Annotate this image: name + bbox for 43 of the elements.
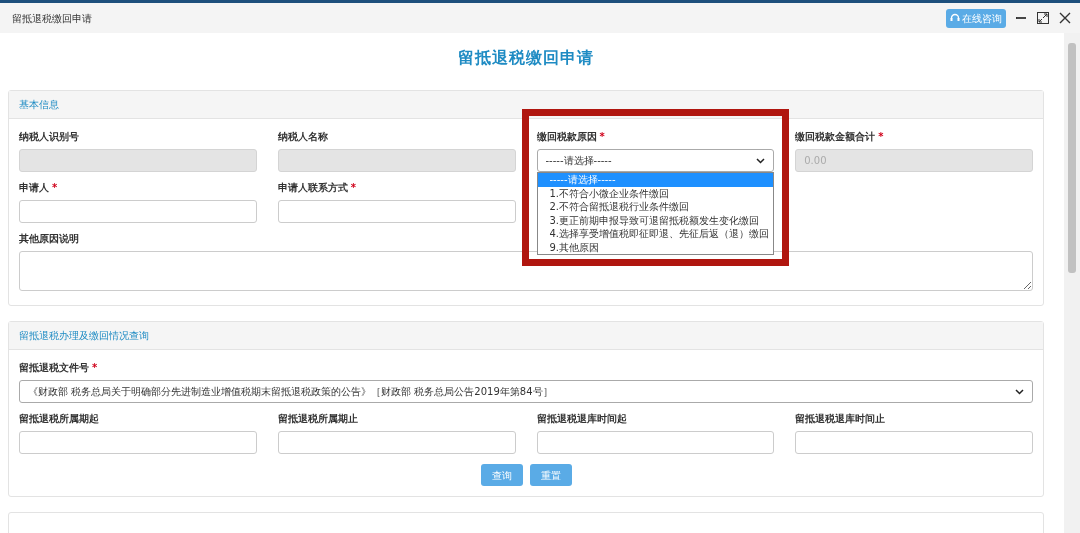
panel-header: 基本信息 <box>19 98 59 112</box>
field-label: 缴回税款原因 * <box>536 130 605 144</box>
input-field[interactable] <box>19 431 257 454</box>
required-mark: * <box>52 182 58 193</box>
dropdown-option[interactable]: 4.选择享受增值税即征即退、先征后返（退）缴回 <box>537 227 774 241</box>
input-field[interactable] <box>536 431 775 454</box>
chevron-icon <box>756 157 766 164</box>
select-field[interactable]: -----请选择----- <box>536 149 775 172</box>
dropdown-option[interactable]: 1.不符合小微企业条件缴回 <box>537 186 774 200</box>
field-label: 纳税人名称 <box>277 130 328 144</box>
field-label: 留抵退税所属期起 <box>19 412 99 426</box>
input-field[interactable] <box>277 149 516 172</box>
headset-icon <box>950 13 960 23</box>
field-label: 申请人联系方式 * <box>277 181 356 195</box>
textarea-field[interactable] <box>19 251 1033 291</box>
input-field[interactable] <box>19 200 257 223</box>
maximize-icon[interactable] <box>1036 11 1050 25</box>
field-label: 缴回税款金额合计 * <box>795 130 884 144</box>
select-field[interactable]: 《财政部 税务总局关于明确部分先进制造业增值税期末留抵退税政策的公告》［财政部 税务总局公告2019年第84号］ <box>19 380 1033 403</box>
field-label: 留抵退税退库时间起 <box>536 412 627 426</box>
field-label: 留抵退税所属期止 <box>277 412 358 426</box>
dropdown-option[interactable]: 9.其他原因 <box>537 240 774 254</box>
field-label: 申请人 * <box>19 181 58 195</box>
required-mark: * <box>878 131 884 142</box>
scrollbar[interactable] <box>1064 33 1080 533</box>
panel-header: 留抵退税办理及缴回情况查询 <box>19 329 149 343</box>
field-label: 留抵退税退库时间止 <box>795 412 886 426</box>
window-title: 留抵退税缴回申请 <box>12 11 92 26</box>
field-label: 其他原因说明 <box>19 232 79 246</box>
input-field[interactable] <box>277 431 516 454</box>
input-field[interactable] <box>19 149 257 172</box>
field-label: 纳税人识别号 <box>19 130 79 144</box>
dropdown-option[interactable]: 2.不符合留抵退税行业条件缴回 <box>537 200 774 214</box>
required-mark: * <box>599 131 605 142</box>
chevron-icon <box>1015 388 1024 395</box>
field-label: 留抵退税文件号 * <box>19 361 98 375</box>
input-field[interactable] <box>277 200 516 223</box>
required-mark: * <box>350 182 356 193</box>
dropdown-option[interactable]: 3.更正前期申报导致可退留抵税额发生变化缴回 <box>537 213 774 227</box>
required-mark: * <box>92 362 98 373</box>
page-title: 留抵退税缴回申请 <box>457 47 595 69</box>
close-icon[interactable] <box>1058 11 1072 25</box>
input-field[interactable] <box>795 431 1033 454</box>
